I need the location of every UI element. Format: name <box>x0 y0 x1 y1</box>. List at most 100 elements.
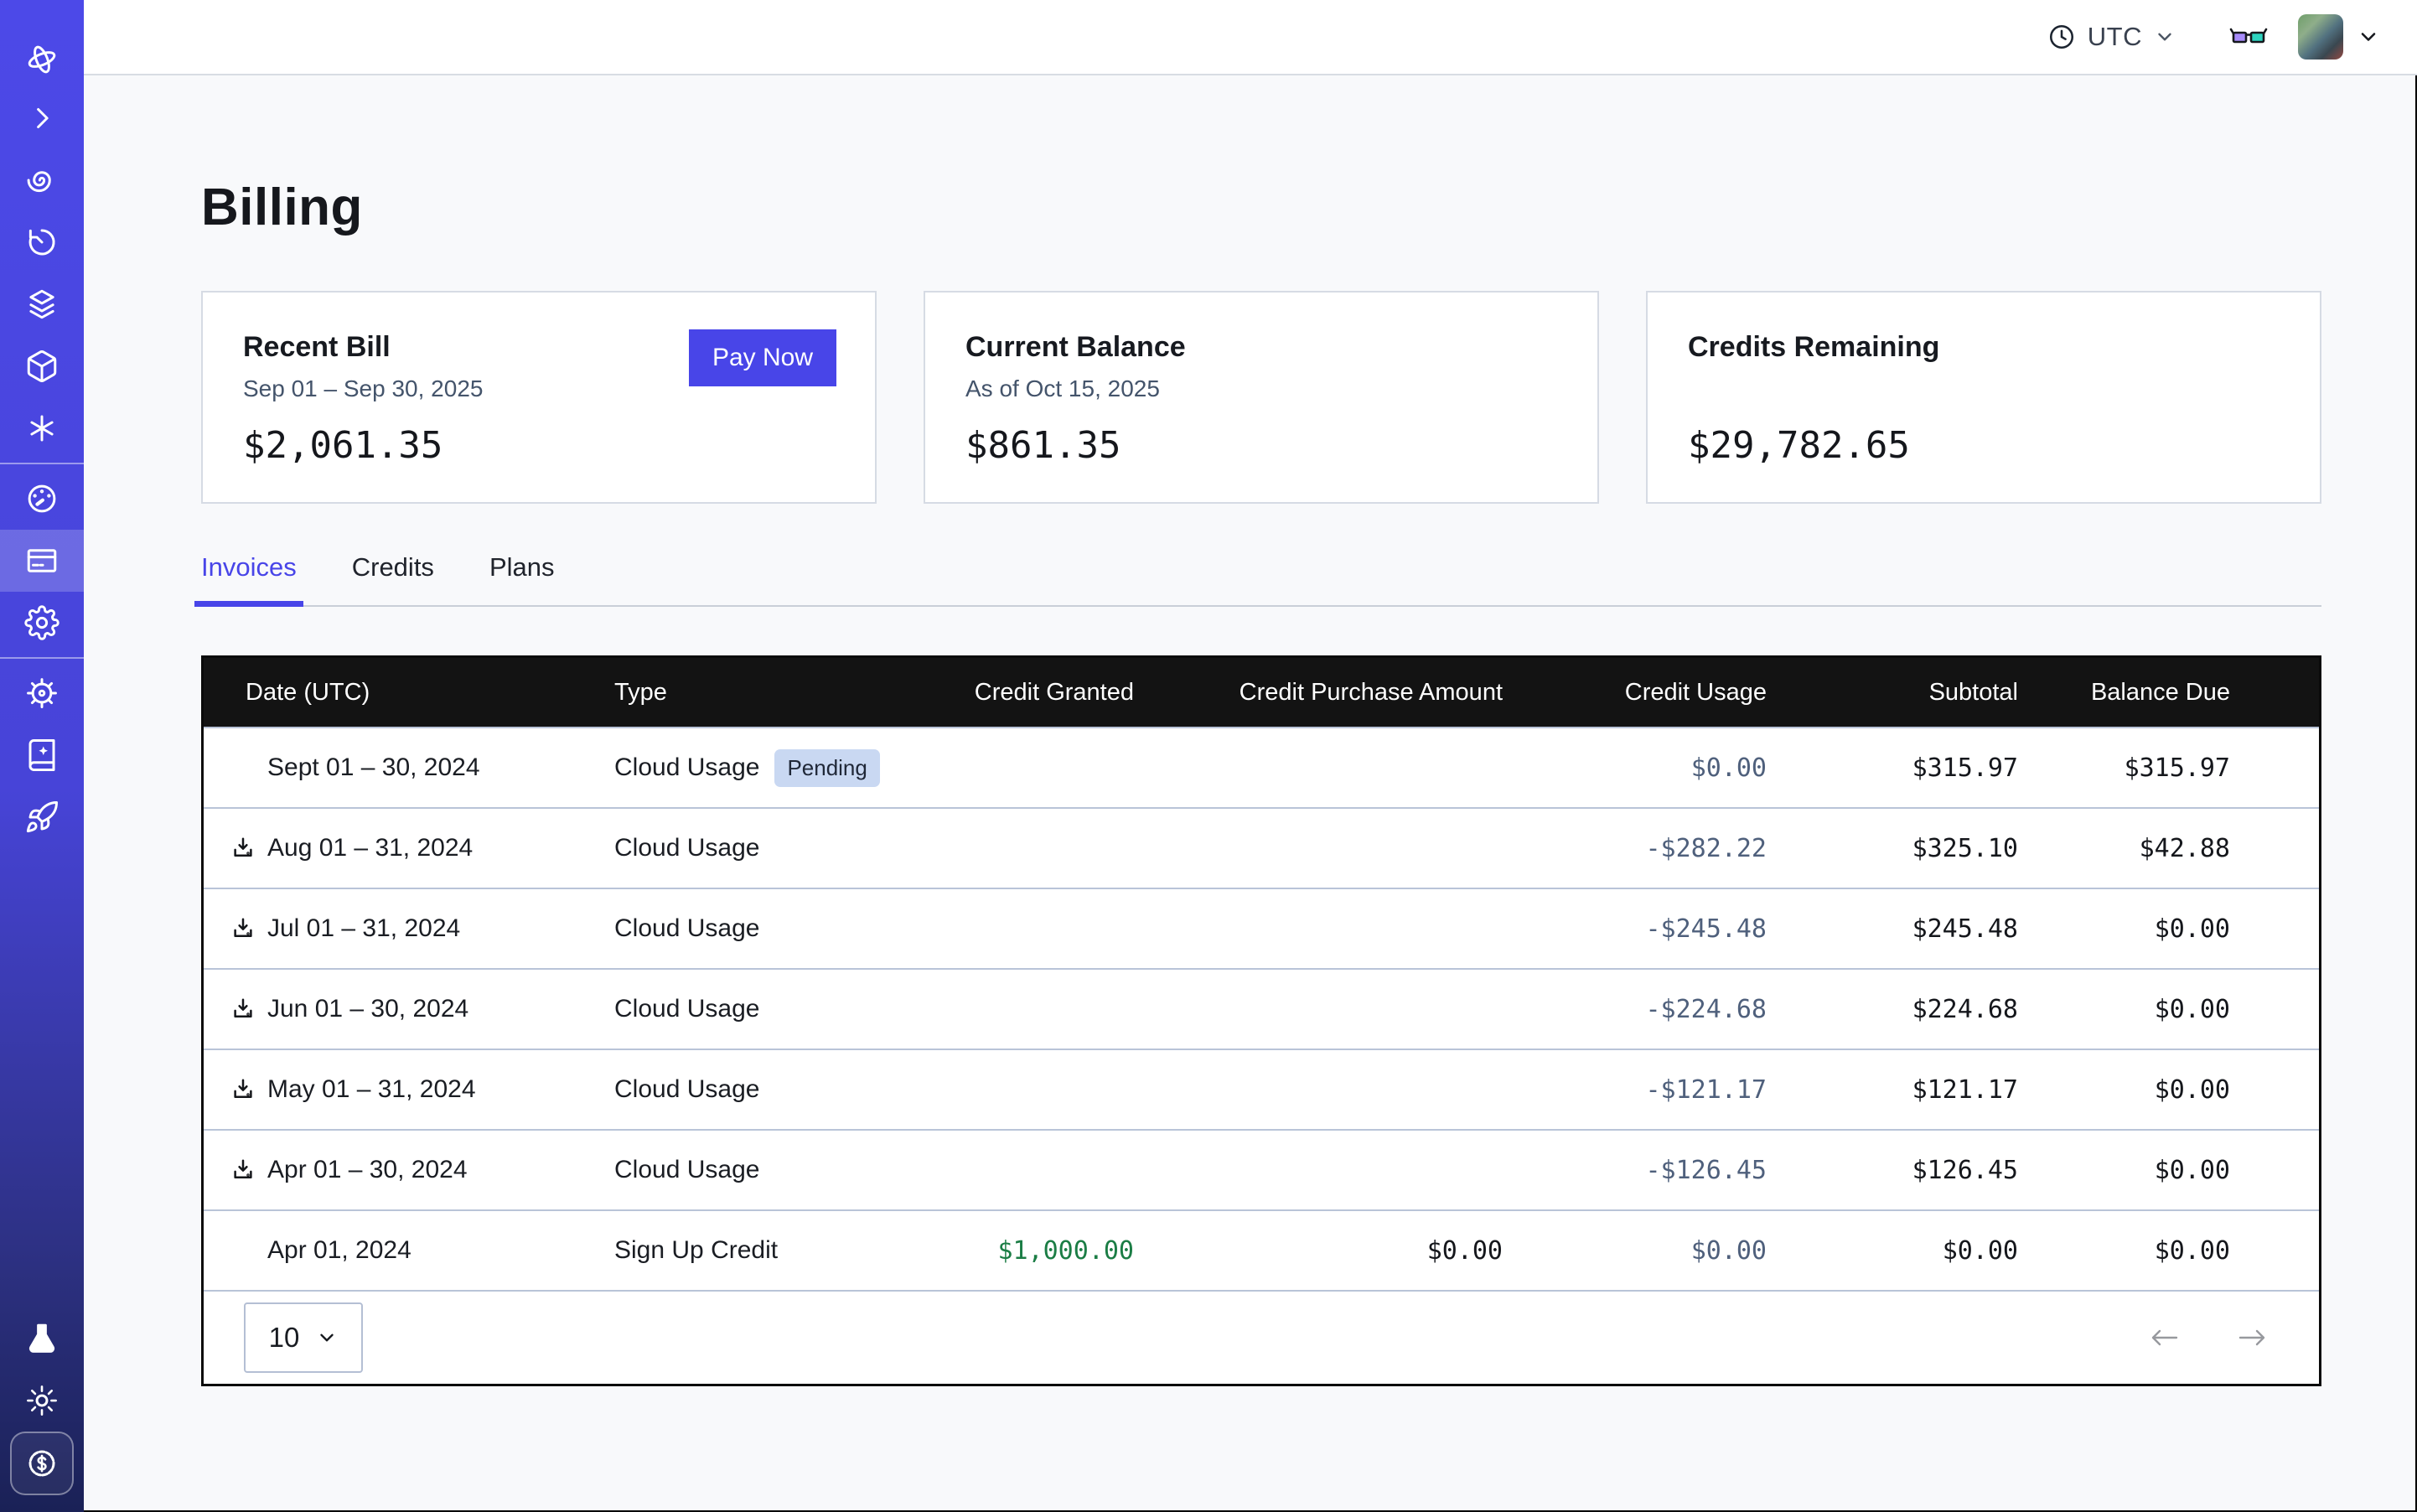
table-row: May 01 – 31, 2024Cloud Usage-$121.17$121… <box>204 1049 2319 1129</box>
table-row: Apr 01 – 30, 2024Cloud Usage-$126.45$126… <box>204 1129 2319 1209</box>
flask-icon <box>24 1321 60 1356</box>
app-logo[interactable] <box>0 32 84 87</box>
invoice-date: Aug 01 – 31, 2024 <box>267 834 473 862</box>
next-page-button[interactable] <box>2235 1324 2269 1351</box>
cell-type: Cloud Usage <box>614 995 950 1023</box>
timezone-label: UTC <box>2088 22 2142 52</box>
arrow-left-icon <box>2148 1324 2182 1351</box>
sidebar-divider <box>0 463 84 464</box>
cell-credit-purchase: $0.00 <box>1134 1236 1503 1266</box>
cell-subtotal: $126.45 <box>1767 1156 2018 1185</box>
layers-icon <box>24 287 60 322</box>
timezone-selector[interactable]: UTC <box>2047 22 2176 52</box>
table-row: Apr 01, 2024Sign Up Credit$1,000.00$0.00… <box>204 1209 2319 1290</box>
column-header-balance-due: Balance Due <box>2018 679 2311 707</box>
download-invoice-icon[interactable] <box>230 836 256 861</box>
rocket-icon <box>24 800 60 835</box>
recent-bill-amount: $2,061.35 <box>243 424 443 467</box>
invoice-date: Apr 01 – 30, 2024 <box>267 1156 468 1184</box>
current-balance-amount: $861.35 <box>965 424 1121 467</box>
invoice-date: Jul 01 – 31, 2024 <box>267 914 460 943</box>
download-invoice-icon[interactable] <box>230 1157 256 1183</box>
credits-badge-button[interactable] <box>10 1432 74 1495</box>
column-header-credit-purchase: Credit Purchase Amount <box>1134 679 1503 707</box>
sidebar-item-support[interactable] <box>0 662 84 724</box>
table-header-row: Date (UTC) Type Credit Granted Credit Pu… <box>204 658 2319 727</box>
account-menu-button[interactable] <box>2357 25 2380 49</box>
current-balance-card: Current Balance As of Oct 15, 2025 $861.… <box>924 291 1599 504</box>
sidebar-item-usage[interactable] <box>0 468 84 530</box>
column-header-type: Type <box>614 679 950 707</box>
chevron-down-icon <box>2357 25 2380 49</box>
prev-page-button[interactable] <box>2148 1324 2182 1351</box>
page-size-value: 10 <box>269 1322 300 1354</box>
invoice-type: Cloud Usage <box>614 914 759 943</box>
download-invoice-icon[interactable] <box>230 916 256 941</box>
invoice-type: Cloud Usage <box>614 995 759 1023</box>
sidebar-item-docs[interactable] <box>0 724 84 786</box>
sidebar-item-labs[interactable] <box>0 1307 84 1370</box>
reader-mode-button[interactable] <box>2229 23 2268 50</box>
cube-icon <box>24 349 60 384</box>
sidebar-item-layers[interactable] <box>0 273 84 335</box>
download-invoice-icon[interactable] <box>230 1077 256 1102</box>
column-header-credit-granted: Credit Granted <box>950 679 1134 707</box>
sidebar-item-theme[interactable] <box>0 1370 84 1432</box>
sidebar-item-settings[interactable] <box>0 592 84 654</box>
current-balance-as-of: As of Oct 15, 2025 <box>965 375 1557 402</box>
sidebar-item-observe[interactable] <box>0 149 84 211</box>
cell-type: Cloud Usage <box>614 1075 950 1104</box>
cell-date: Jul 01 – 31, 2024 <box>204 914 614 943</box>
sidebar-item-cube[interactable] <box>0 335 84 397</box>
cell-subtotal: $245.48 <box>1767 914 2018 944</box>
cell-subtotal: $325.10 <box>1767 834 2018 863</box>
clock-icon <box>2047 23 2076 51</box>
page-size-select[interactable]: 10 <box>244 1302 363 1373</box>
invoice-date: May 01 – 31, 2024 <box>267 1075 476 1104</box>
cell-date: Aug 01 – 31, 2024 <box>204 834 614 862</box>
invoice-table: Date (UTC) Type Credit Granted Credit Pu… <box>201 655 2321 1386</box>
cell-type: Cloud Usage <box>614 834 950 862</box>
cell-balance-due: $42.88 <box>2018 834 2311 863</box>
cell-credit-usage: -$121.17 <box>1503 1075 1767 1105</box>
cell-credit-granted: $1,000.00 <box>950 1236 1134 1266</box>
table-row: Jun 01 – 30, 2024Cloud Usage-$224.68$224… <box>204 968 2319 1049</box>
cell-balance-due: $0.00 <box>2018 1156 2311 1185</box>
book-sparkle-icon <box>24 738 60 773</box>
invoice-table-body: Sept 01 – 30, 2024Cloud UsagePending$0.0… <box>204 727 2319 1290</box>
cell-balance-due: $0.00 <box>2018 995 2311 1024</box>
timer-icon <box>24 225 60 260</box>
column-header-date: Date (UTC) <box>204 679 614 707</box>
current-balance-title: Current Balance <box>965 331 1557 364</box>
chevron-down-icon <box>2154 26 2176 48</box>
user-avatar[interactable] <box>2298 14 2343 60</box>
invoice-type: Sign Up Credit <box>614 1236 778 1265</box>
cell-credit-usage: $0.00 <box>1503 1236 1767 1266</box>
sidebar-item-timer[interactable] <box>0 211 84 273</box>
sidebar-item-billing[interactable] <box>0 530 84 592</box>
topbar: UTC <box>84 0 2417 75</box>
recent-bill-card: Recent Bill Sep 01 – Sep 30, 2025 $2,061… <box>201 291 877 504</box>
sidebar-item-getting-started[interactable] <box>0 786 84 848</box>
invoice-date: Apr 01, 2024 <box>267 1236 411 1265</box>
cell-date: Apr 01 – 30, 2024 <box>204 1156 614 1184</box>
tab-credits[interactable]: Credits <box>345 552 441 605</box>
table-row: Jul 01 – 31, 2024Cloud Usage-$245.48$245… <box>204 888 2319 968</box>
sidebar-item-asterisk[interactable] <box>0 397 84 459</box>
cell-date: Jun 01 – 30, 2024 <box>204 995 614 1023</box>
tab-invoices[interactable]: Invoices <box>194 552 303 607</box>
pay-now-button[interactable]: Pay Now <box>689 329 836 386</box>
invoice-type: Cloud Usage <box>614 1156 759 1184</box>
tab-plans[interactable]: Plans <box>483 552 562 605</box>
sidebar-expand-button[interactable] <box>0 87 84 149</box>
download-invoice-icon[interactable] <box>230 997 256 1022</box>
credits-remaining-title: Credits Remaining <box>1688 331 2280 364</box>
cell-balance-due: $0.00 <box>2018 1236 2311 1266</box>
invoice-date: Jun 01 – 30, 2024 <box>267 995 468 1023</box>
glasses-icon <box>2229 23 2268 50</box>
cell-balance-due: $315.97 <box>2018 753 2311 783</box>
cell-date: May 01 – 31, 2024 <box>204 1075 614 1104</box>
cell-subtotal: $0.00 <box>1767 1236 2018 1266</box>
gear-icon <box>24 605 60 640</box>
column-header-credit-usage: Credit Usage <box>1503 679 1767 707</box>
